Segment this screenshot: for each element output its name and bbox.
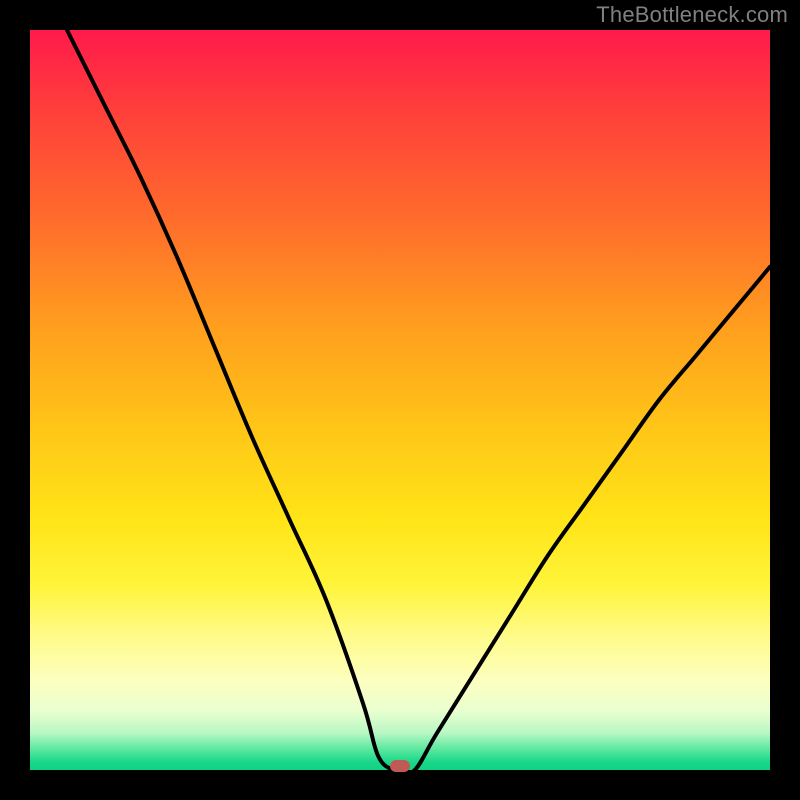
- minimum-marker: [390, 760, 410, 772]
- bottleneck-curve: [30, 30, 770, 770]
- plot-area: [30, 30, 770, 770]
- watermark-text: TheBottleneck.com: [596, 2, 788, 28]
- chart-frame: TheBottleneck.com: [0, 0, 800, 800]
